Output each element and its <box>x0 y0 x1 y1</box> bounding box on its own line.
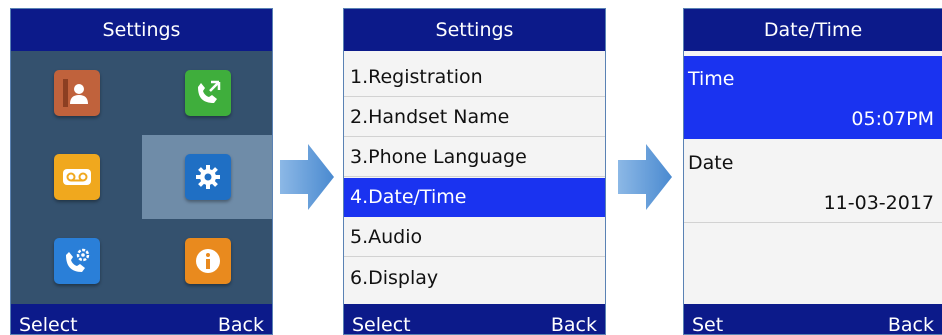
screen-title-bar: Date/Time <box>684 9 942 51</box>
settings-icon-screen: Settings Select Back <box>10 8 273 335</box>
softkey-bar: Select Back <box>11 304 272 334</box>
screen-title-bar: Settings <box>11 9 272 51</box>
menu-item-handset-name[interactable]: 2.Handset Name <box>344 98 605 137</box>
settings-list-screen: Settings 1.Registration 2.Handset Name 3… <box>343 8 606 335</box>
screen-title: Date/Time <box>763 19 863 41</box>
right-arrow-icon <box>618 144 672 210</box>
date-value: 11-03-2017 <box>823 192 934 214</box>
menu-item-registration[interactable]: 1.Registration <box>344 58 605 97</box>
menu-call-settings[interactable] <box>11 219 142 303</box>
time-value: 05:07PM <box>851 108 934 130</box>
menu-item-label: 5.Audio <box>350 226 423 248</box>
screen-title: Settings <box>435 19 514 41</box>
softkey-bar: Set Back <box>684 304 942 334</box>
menu-item-label: 2.Handset Name <box>350 106 510 128</box>
menu-settings[interactable] <box>142 135 272 219</box>
date-time-screen: Date/Time Time 05:07PM Date 11-03-2017 S… <box>683 8 942 335</box>
back-softkey[interactable]: Back <box>888 314 934 334</box>
time-label: Time <box>688 68 735 90</box>
screen-title: Settings <box>102 19 181 41</box>
menu-item-label: 3.Phone Language <box>350 146 527 168</box>
contacts-icon <box>53 70 100 116</box>
date-field[interactable]: Date 11-03-2017 <box>684 140 942 223</box>
menu-call-history[interactable] <box>142 51 272 135</box>
menu-item-label: 6.Display <box>350 266 439 289</box>
menu-contacts[interactable] <box>11 51 142 135</box>
call-settings-icon <box>53 238 100 284</box>
screen-title-bar: Settings <box>344 9 605 51</box>
menu-item-label: 4.Date/Time <box>350 186 467 208</box>
settings-gear-icon <box>184 154 231 200</box>
menu-voicemail[interactable] <box>11 135 142 219</box>
menu-info[interactable] <box>142 219 272 303</box>
call-history-icon <box>184 70 231 116</box>
menu-item-audio[interactable]: 5.Audio <box>344 218 605 257</box>
menu-item-phone-language[interactable]: 3.Phone Language <box>344 138 605 177</box>
menu-item-display[interactable]: 6.Display <box>344 258 605 297</box>
date-label: Date <box>688 152 734 174</box>
back-softkey[interactable]: Back <box>218 314 264 334</box>
time-field[interactable]: Time 05:07PM <box>684 56 942 139</box>
menu-item-date-time[interactable]: 4.Date/Time <box>344 178 605 217</box>
select-softkey[interactable]: Select <box>19 314 78 334</box>
voicemail-icon <box>53 154 100 200</box>
set-softkey[interactable]: Set <box>692 314 723 334</box>
back-softkey[interactable]: Back <box>551 314 597 334</box>
info-icon <box>184 238 231 284</box>
right-arrow-icon <box>280 144 334 210</box>
menu-item-label: 1.Registration <box>350 66 483 88</box>
softkey-bar: Select Back <box>344 304 605 334</box>
select-softkey[interactable]: Select <box>352 314 411 334</box>
